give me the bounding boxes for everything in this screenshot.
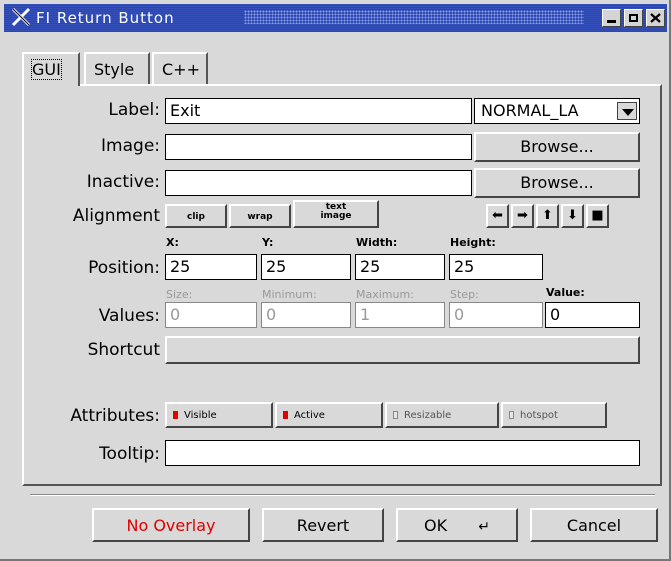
title-bar[interactable]: FI Return Button [4, 4, 667, 32]
shortcut-button[interactable] [165, 336, 640, 364]
cancel-button[interactable]: Cancel [530, 508, 658, 542]
chevron-down-icon[interactable] [617, 102, 637, 120]
maximize-icon[interactable] [624, 9, 643, 27]
hotspot-checkbox[interactable] [509, 411, 514, 419]
visible-checkbox[interactable] [173, 411, 178, 419]
attr-resizable-toggle[interactable]: Resizable [385, 402, 499, 428]
x-hint: X: [166, 236, 179, 249]
return-key-icon: ↵ [478, 519, 490, 535]
x-field[interactable]: 25 [165, 254, 257, 280]
value-hint: Value: [546, 286, 585, 299]
attr-hotspot-label: hotspot [520, 410, 558, 421]
image-browse-button[interactable]: Browse... [474, 132, 640, 162]
center-square-icon[interactable]: ■ [586, 204, 609, 228]
attr-resizable-label: Resizable [404, 410, 452, 421]
inactive-label: Inactive: [86, 172, 160, 192]
position-label: Position: [88, 258, 160, 278]
label-label: Label: [108, 100, 160, 120]
width-field[interactable]: 25 [355, 254, 445, 280]
resizable-checkbox[interactable] [393, 411, 398, 419]
size-hint: Size: [166, 288, 193, 301]
label-field[interactable]: Exit [165, 98, 472, 124]
revert-button[interactable]: Revert [262, 508, 384, 542]
app-x-icon [11, 7, 31, 27]
value-field[interactable]: 0 [545, 302, 640, 328]
left-arrow-icon[interactable]: ⬅ [486, 204, 509, 228]
step-hint: Step: [450, 288, 479, 301]
minimum-hint: Minimum: [262, 288, 317, 301]
height-hint: Height: [450, 236, 496, 249]
ok-label: OK [424, 516, 448, 535]
attr-hotspot-toggle[interactable]: hotspot [501, 402, 607, 428]
attr-active-toggle[interactable]: Active [275, 402, 383, 428]
size-field: 0 [165, 302, 257, 328]
up-arrow-icon[interactable]: ⬆ [536, 204, 559, 228]
tooltip-label: Tooltip: [99, 444, 160, 464]
y-hint: Y: [262, 236, 274, 249]
width-hint: Width: [356, 236, 398, 249]
widget-panel-window: FI Return Button GUI Style C++ Label: Ex… [0, 0, 671, 561]
height-field[interactable]: 25 [449, 254, 543, 280]
no-overlay-button[interactable]: No Overlay [92, 508, 250, 542]
attr-visible-toggle[interactable]: Visible [165, 402, 273, 428]
ok-button[interactable]: OK ↵ [396, 508, 518, 542]
maximum-hint: Maximum: [356, 288, 414, 301]
step-field: 0 [449, 302, 543, 328]
close-icon[interactable] [646, 9, 665, 27]
align-text-image-button[interactable]: text image [293, 200, 379, 228]
inactive-browse-button[interactable]: Browse... [474, 168, 640, 198]
minimum-field: 0 [261, 302, 351, 328]
tab-gui[interactable]: GUI [22, 52, 80, 86]
maximum-field: 1 [355, 302, 445, 328]
right-arrow-icon[interactable]: ➡ [511, 204, 534, 228]
tab-style[interactable]: Style [84, 52, 150, 84]
attributes-label: Attributes: [70, 406, 160, 426]
tab-gui-label: GUI [31, 59, 62, 80]
footer-separator [30, 494, 655, 496]
values-label: Values: [98, 306, 160, 326]
down-arrow-icon[interactable]: ⬇ [561, 204, 584, 228]
y-field[interactable]: 25 [261, 254, 351, 280]
tab-cpp-label: C++ [162, 60, 200, 79]
image-label: Image: [101, 136, 160, 156]
active-checkbox[interactable] [283, 411, 288, 419]
attr-active-label: Active [294, 410, 325, 421]
shortcut-label: Shortcut [87, 340, 160, 360]
tab-cpp[interactable]: C++ [152, 52, 208, 84]
window-title: FI Return Button [36, 9, 175, 27]
attr-visible-label: Visible [184, 410, 217, 421]
title-pattern [244, 10, 584, 24]
tooltip-field[interactable] [165, 440, 640, 466]
tab-style-label: Style [94, 60, 135, 79]
inactive-field[interactable] [165, 170, 472, 196]
label-type-select[interactable]: NORMAL_LA [474, 98, 640, 124]
image-field[interactable] [165, 134, 472, 160]
minimize-icon[interactable] [602, 9, 621, 27]
alignment-label: Alignment [72, 206, 160, 226]
label-type-value: NORMAL_LA [481, 101, 579, 120]
align-wrap-button[interactable]: wrap [229, 204, 291, 228]
align-clip-button[interactable]: clip [165, 204, 227, 228]
